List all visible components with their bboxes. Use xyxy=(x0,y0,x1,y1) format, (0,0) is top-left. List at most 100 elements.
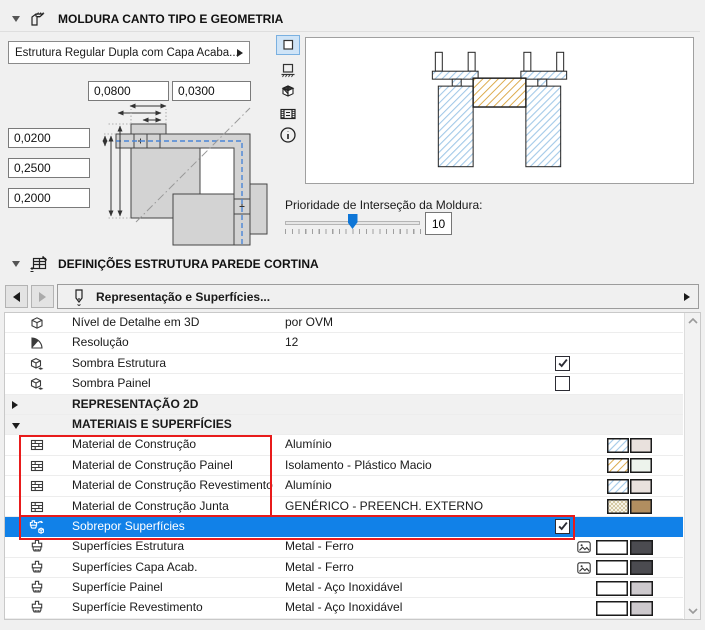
preview-pane[interactable] xyxy=(305,37,694,184)
fly-through-icon[interactable] xyxy=(276,104,300,124)
color-swatch[interactable] xyxy=(596,560,628,576)
priority-value-field[interactable] xyxy=(425,212,452,235)
color-swatch[interactable] xyxy=(630,539,653,555)
priority-slider-thumb[interactable] xyxy=(347,214,358,229)
corner-height-field[interactable] xyxy=(8,158,90,178)
frame-thickness-field[interactable] xyxy=(172,81,251,101)
row-value[interactable]: Isolamento - Plástico Macio xyxy=(285,456,432,475)
section-view-icon[interactable] xyxy=(276,60,300,80)
row-value[interactable]: Alumínio xyxy=(285,435,332,454)
row-value[interactable]: por OVM xyxy=(285,313,333,332)
color-swatch[interactable] xyxy=(630,580,653,596)
texture-icon[interactable] xyxy=(576,539,592,555)
row-label: Nível de Detalhe em 3D xyxy=(72,315,200,329)
row-label: Material de Construção Painel xyxy=(72,457,233,472)
table-row[interactable]: Superfícies Capa Acab. Metal - Ferro xyxy=(5,558,683,579)
table-row[interactable]: Sombra Painel xyxy=(5,374,683,395)
corner-depth-field[interactable] xyxy=(8,188,90,208)
row-label: Superfície Revestimento xyxy=(72,600,203,615)
color-swatch[interactable] xyxy=(630,600,653,616)
resolution-cone-icon xyxy=(29,335,45,351)
building-material-icon xyxy=(29,499,45,515)
table-row[interactable]: Material de Construção Painel Isolamento … xyxy=(5,456,683,477)
color-swatch[interactable] xyxy=(596,539,628,555)
row-value[interactable]: Metal - Ferro xyxy=(285,558,354,577)
page-selector-bar[interactable]: Representação e Superfícies... xyxy=(57,284,699,309)
table-row[interactable]: Superfície Painel Metal - Aço Inoxidável xyxy=(5,578,683,599)
table-row[interactable]: Nível de Detalhe em 3D por OVM xyxy=(5,313,683,334)
color-swatch[interactable] xyxy=(630,458,652,474)
row-checkbox[interactable] xyxy=(555,376,570,392)
group-label: MATERIAIS E SUPERFÍCIES xyxy=(72,416,232,431)
collapse-group-icon[interactable] xyxy=(12,422,20,429)
row-value[interactable]: 12 xyxy=(285,333,298,352)
next-page-button[interactable] xyxy=(31,285,54,308)
table-row[interactable]: Superfícies Estrutura Metal - Ferro xyxy=(5,537,683,558)
collapse-panel-icon[interactable] xyxy=(12,15,20,22)
color-swatch[interactable] xyxy=(596,580,628,596)
paintbrush-icon xyxy=(29,560,45,576)
building-material-icon xyxy=(29,458,45,474)
row-label: Superfícies Estrutura xyxy=(72,539,185,554)
row-value[interactable]: GENÉRICO - PREENCH. EXTERNO xyxy=(285,497,483,516)
panel-definicoes-header[interactable]: DEFINIÇÕES ESTRUTURA PAREDE CORTINA xyxy=(0,251,700,277)
row-label: Sobrepor Superfícies xyxy=(72,518,185,533)
building-material-icon xyxy=(29,478,45,494)
building-material-icon xyxy=(29,437,45,453)
row-label: Superfícies Capa Acab. xyxy=(72,559,198,574)
scroll-down-icon[interactable] xyxy=(688,608,698,614)
row-label: Sombra Painel xyxy=(72,376,151,391)
expand-group-icon[interactable] xyxy=(12,400,18,409)
table-row[interactable]: Material de Construção Revestimento Alumí… xyxy=(5,476,683,497)
3d-view-icon[interactable] xyxy=(276,81,300,101)
corner-offset-field[interactable] xyxy=(8,128,90,148)
fill-pattern-swatch[interactable] xyxy=(607,437,629,453)
paintbrush-icon xyxy=(29,600,45,616)
group-row[interactable]: MATERIAIS E SUPERFÍCIES xyxy=(5,414,683,436)
paintbrush-icon xyxy=(29,580,45,596)
panel-moldura-header[interactable]: MOLDURA CANTO TIPO E GEOMETRIA xyxy=(0,6,700,32)
table-row[interactable]: Resolução 12 xyxy=(5,333,683,354)
frame-width-field[interactable] xyxy=(88,81,169,101)
row-value[interactable]: Metal - Aço Inoxidável xyxy=(285,578,402,597)
group-row[interactable]: REPRESENTAÇÃO 2D xyxy=(5,394,683,415)
table-row[interactable]: Sombra Estrutura xyxy=(5,354,683,375)
info-icon[interactable] xyxy=(276,125,300,145)
color-swatch[interactable] xyxy=(630,478,652,494)
chevron-right-icon xyxy=(237,48,243,57)
arrow-right-icon xyxy=(39,291,46,302)
previous-page-button[interactable] xyxy=(5,285,28,308)
row-label: Superfície Painel xyxy=(72,580,163,595)
panel-title: MOLDURA CANTO TIPO E GEOMETRIA xyxy=(58,11,284,26)
settings-page-navigator: Representação e Superfícies... xyxy=(5,283,699,310)
table-row[interactable]: Material de Construção Alumínio xyxy=(5,435,683,456)
cube-shadow-icon xyxy=(29,356,45,372)
color-swatch[interactable] xyxy=(596,600,628,616)
floor-plan-view-button[interactable] xyxy=(276,35,300,55)
vertical-scrollbar[interactable] xyxy=(684,313,700,619)
group-label: REPRESENTAÇÃO 2D xyxy=(72,396,199,411)
curtain-wall-scheme-icon xyxy=(29,255,49,273)
row-value[interactable]: Alumínio xyxy=(285,476,332,495)
row-value[interactable]: Metal - Aço Inoxidável xyxy=(285,598,402,617)
row-value[interactable]: Metal - Ferro xyxy=(285,537,354,556)
arrow-left-icon xyxy=(13,291,20,302)
row-checkbox[interactable] xyxy=(555,518,570,534)
table-row[interactable]: Superfície Revestimento Metal - Aço Inoxi… xyxy=(5,598,683,619)
color-swatch[interactable] xyxy=(630,437,652,453)
collapse-panel-icon[interactable] xyxy=(12,261,20,267)
chevron-right-icon xyxy=(684,292,690,301)
scroll-up-icon[interactable] xyxy=(688,318,698,324)
fill-pattern-swatch[interactable] xyxy=(607,478,629,494)
color-swatch[interactable] xyxy=(630,560,653,576)
cube-shadow-icon xyxy=(29,376,45,392)
color-swatch[interactable] xyxy=(630,499,652,515)
frame-type-dropdown[interactable]: Estrutura Regular Dupla com Capa Acaba..… xyxy=(8,41,250,64)
table-row[interactable]: Sobrepor Superfícies xyxy=(5,516,683,538)
fill-pattern-swatch[interactable] xyxy=(607,499,629,515)
cube-outline-icon xyxy=(29,315,45,331)
row-checkbox[interactable] xyxy=(555,355,570,371)
table-row[interactable]: Material de Construção Junta GENÉRICO - P… xyxy=(5,497,683,517)
fill-pattern-swatch[interactable] xyxy=(607,458,629,474)
texture-icon[interactable] xyxy=(576,560,592,576)
